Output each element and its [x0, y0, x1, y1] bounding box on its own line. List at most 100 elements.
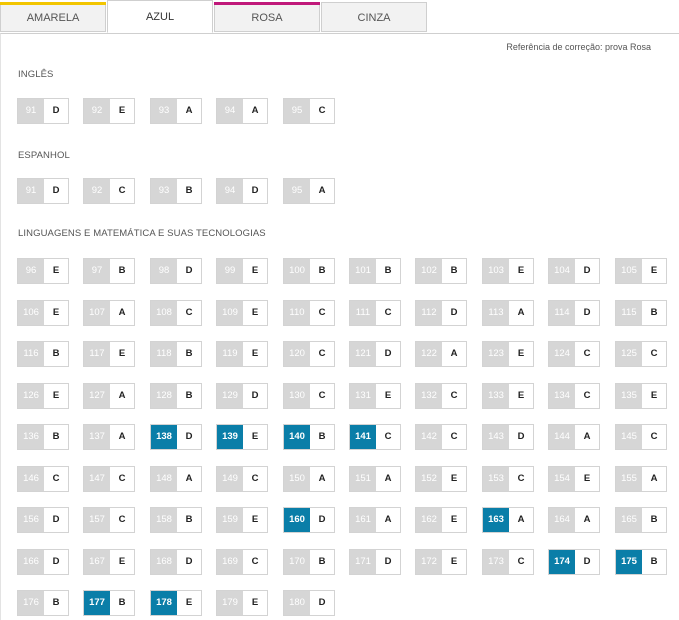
answer-cell[interactable]: 140 B	[283, 424, 335, 450]
answer-cell[interactable]: 173 C	[482, 549, 534, 575]
answer-cell[interactable]: 176 B	[17, 590, 69, 616]
answer-cell[interactable]: 112 D	[415, 300, 467, 326]
answer-cell[interactable]: 103 E	[482, 258, 534, 284]
answer-cell[interactable]: 158 B	[150, 507, 202, 533]
answer-cell[interactable]: 136 B	[17, 424, 69, 450]
answer-cell[interactable]: 95 C	[283, 98, 335, 124]
answer-cell[interactable]: 137 A	[83, 424, 135, 450]
question-number: 145	[616, 425, 642, 449]
answer-cell[interactable]: 180 D	[283, 590, 335, 616]
answer-cell[interactable]: 126 E	[17, 383, 69, 409]
answer-cell[interactable]: 145 C	[615, 424, 667, 450]
answer-cell[interactable]: 147 C	[83, 466, 135, 492]
answer-cell[interactable]: 104 D	[548, 258, 600, 284]
answer-cell[interactable]: 107 A	[83, 300, 135, 326]
answer-cell[interactable]: 100 B	[283, 258, 335, 284]
answer-cell[interactable]: 91 D	[17, 98, 69, 124]
answer-cell[interactable]: 166 D	[17, 549, 69, 575]
answer-cell[interactable]: 167 E	[83, 549, 135, 575]
answer-cell[interactable]: 98 D	[150, 258, 202, 284]
answer-cell[interactable]: 120 C	[283, 341, 335, 367]
answer-cell[interactable]: 95 A	[283, 178, 335, 204]
answer-cell[interactable]: 155 A	[615, 466, 667, 492]
answer-cell[interactable]: 163 A	[482, 507, 534, 533]
answer-cell[interactable]: 144 A	[548, 424, 600, 450]
answer-cell[interactable]: 106 E	[17, 300, 69, 326]
answer-cell[interactable]: 131 E	[349, 383, 401, 409]
answer-cell[interactable]: 178 E	[150, 590, 202, 616]
answer-cell[interactable]: 148 A	[150, 466, 202, 492]
answer-cell[interactable]: 160 D	[283, 507, 335, 533]
answer-cell[interactable]: 118 B	[150, 341, 202, 367]
answer-cell[interactable]: 129 D	[216, 383, 268, 409]
tab-amarela[interactable]: AMARELA	[0, 2, 106, 32]
answer-cell[interactable]: 93 B	[150, 178, 202, 204]
answer-cell[interactable]: 109 E	[216, 300, 268, 326]
answer-cell[interactable]: 91 D	[17, 178, 69, 204]
answer-cell[interactable]: 143 D	[482, 424, 534, 450]
answer-cell[interactable]: 125 C	[615, 341, 667, 367]
answer-cell[interactable]: 142 C	[415, 424, 467, 450]
answer-cell[interactable]: 117 E	[83, 341, 135, 367]
answer-cell[interactable]: 93 A	[150, 98, 202, 124]
answer-cell[interactable]: 152 E	[415, 466, 467, 492]
answer-cell[interactable]: 124 C	[548, 341, 600, 367]
answer-cell[interactable]: 154 E	[548, 466, 600, 492]
answer-cell[interactable]: 169 C	[216, 549, 268, 575]
answer-cell[interactable]: 116 B	[17, 341, 69, 367]
answer-cell[interactable]: 172 E	[415, 549, 467, 575]
answer-cell[interactable]: 122 A	[415, 341, 467, 367]
answer-cell[interactable]: 121 D	[349, 341, 401, 367]
answer-cell[interactable]: 113 A	[482, 300, 534, 326]
answer-cell[interactable]: 164 A	[548, 507, 600, 533]
answer-cell[interactable]: 96 E	[17, 258, 69, 284]
answer-cell[interactable]: 177 B	[83, 590, 135, 616]
answer-cell[interactable]: 119 E	[216, 341, 268, 367]
answer-cell[interactable]: 99 E	[216, 258, 268, 284]
answer-cell[interactable]: 170 B	[283, 549, 335, 575]
answer-cell[interactable]: 105 E	[615, 258, 667, 284]
answer-cell[interactable]: 111 C	[349, 300, 401, 326]
answer-cell[interactable]: 134 C	[548, 383, 600, 409]
answer-cell[interactable]: 149 C	[216, 466, 268, 492]
answer-cell[interactable]: 94 D	[216, 178, 268, 204]
answer-cell[interactable]: 175 B	[615, 549, 667, 575]
answer-cell[interactable]: 135 E	[615, 383, 667, 409]
answer-cell[interactable]: 123 E	[482, 341, 534, 367]
answer-cell[interactable]: 139 E	[216, 424, 268, 450]
answer-cell[interactable]: 94 A	[216, 98, 268, 124]
answer-cell[interactable]: 150 A	[283, 466, 335, 492]
answer-cell[interactable]: 141 C	[349, 424, 401, 450]
tab-rosa[interactable]: ROSA	[214, 2, 320, 32]
answer-cell[interactable]: 153 C	[482, 466, 534, 492]
answer-cell[interactable]: 146 C	[17, 466, 69, 492]
answer-cell[interactable]: 92 E	[83, 98, 135, 124]
tab-cinza[interactable]: CINZA	[321, 2, 427, 32]
answer-cell[interactable]: 138 D	[150, 424, 202, 450]
answer-cell[interactable]: 97 B	[83, 258, 135, 284]
answer-cell[interactable]: 101 B	[349, 258, 401, 284]
answer-cell[interactable]: 92 C	[83, 178, 135, 204]
answer-cell[interactable]: 151 A	[349, 466, 401, 492]
answer-cell[interactable]: 110 C	[283, 300, 335, 326]
answer-cell[interactable]: 102 B	[415, 258, 467, 284]
answer-cell[interactable]: 130 C	[283, 383, 335, 409]
answer-cell[interactable]: 133 E	[482, 383, 534, 409]
answer-cell[interactable]: 159 E	[216, 507, 268, 533]
answer-cell[interactable]: 165 B	[615, 507, 667, 533]
answer-cell[interactable]: 157 C	[83, 507, 135, 533]
answer-cell[interactable]: 127 A	[83, 383, 135, 409]
answer-cell[interactable]: 171 D	[349, 549, 401, 575]
answer-cell[interactable]: 162 E	[415, 507, 467, 533]
answer-cell[interactable]: 168 D	[150, 549, 202, 575]
answer-cell[interactable]: 115 B	[615, 300, 667, 326]
answer-cell[interactable]: 174 D	[548, 549, 600, 575]
answer-cell[interactable]: 132 C	[415, 383, 467, 409]
tab-azul[interactable]: AZUL	[107, 0, 213, 33]
answer-cell[interactable]: 114 D	[548, 300, 600, 326]
answer-cell[interactable]: 108 C	[150, 300, 202, 326]
answer-cell[interactable]: 156 D	[17, 507, 69, 533]
answer-cell[interactable]: 161 A	[349, 507, 401, 533]
answer-cell[interactable]: 128 B	[150, 383, 202, 409]
answer-cell[interactable]: 179 E	[216, 590, 268, 616]
